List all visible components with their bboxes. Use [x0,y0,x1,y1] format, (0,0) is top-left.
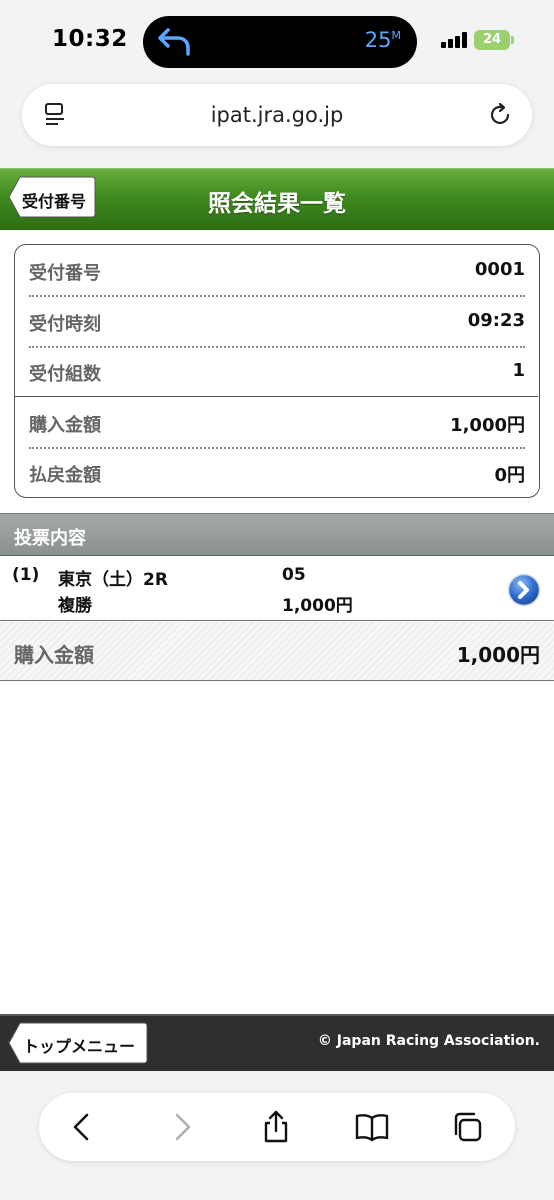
battery-icon: 24 [474,30,510,50]
info-row-receipt-number: 受付番号 0001 [29,245,525,295]
receipt-info-box: 受付番号 0001 受付時刻 09:23 受付組数 1 購入金額 1,000円 … [14,244,540,498]
status-bar: 10:32 25M 24 [0,0,554,80]
bookmarks-icon[interactable] [354,1109,390,1145]
battery-tip [511,36,514,44]
top-menu-button[interactable]: トップメニュー [8,1022,148,1064]
screen: 10:32 25M 24 ipat.jra.go.jp 受付番号 照会結果一覧 … [0,0,554,1200]
info-label: 受付組数 [29,364,101,385]
status-time: 10:32 [52,26,128,52]
top-menu-label: トップメニュー [23,1037,136,1056]
url-text[interactable]: ipat.jra.go.jp [22,103,532,127]
copyright-text: © Japan Racing Association. [317,1033,540,1049]
chevron-right-icon[interactable] [507,573,541,607]
address-bar[interactable]: ipat.jra.go.jp [22,84,532,146]
tabs-icon[interactable] [449,1109,485,1145]
island-label: 25M [364,28,401,52]
bet-horse-number: 05 [282,565,306,585]
total-value: 1,000円 [456,643,540,667]
back-arrow-icon [158,28,190,56]
bet-amount: 1,000円 [282,596,353,616]
info-label: 受付番号 [29,263,101,284]
info-value: 0円 [494,465,525,486]
info-label: 払戻金額 [29,465,101,486]
info-label: 購入金額 [29,415,101,436]
info-value: 0001 [474,259,525,280]
section-title: 投票内容 [14,528,86,549]
info-value: 1 [512,360,525,381]
section-header-vote-contents: 投票内容 [0,513,554,556]
share-icon[interactable] [258,1109,294,1145]
info-value: 1,000円 [450,415,525,436]
browser-toolbar [39,1093,515,1161]
reload-icon[interactable] [486,101,514,129]
info-row-receipt-time: 受付時刻 09:23 [29,296,525,346]
bet-row[interactable]: (1) 東京（土）2R 複勝 05 1,000円 [0,557,554,621]
info-label: 受付時刻 [29,314,101,335]
signal-icon [441,32,469,48]
bet-type: 複勝 [58,596,92,616]
bet-number: (1) [12,565,40,585]
total-label: 購入金額 [14,643,94,667]
bet-race: 東京（土）2R [58,570,168,590]
info-row-combination-count: 受付組数 1 [29,346,525,396]
dynamic-island[interactable]: 25M [143,16,417,68]
info-row-payout-amount: 払戻金額 0円 [29,447,525,497]
back-icon[interactable] [65,1109,101,1145]
total-row: 購入金額 1,000円 [0,622,554,681]
info-row-purchase-amount: 購入金額 1,000円 [29,397,525,447]
forward-icon[interactable] [163,1109,199,1145]
page-title: 照会結果一覧 [208,191,346,217]
info-value: 09:23 [467,310,525,331]
